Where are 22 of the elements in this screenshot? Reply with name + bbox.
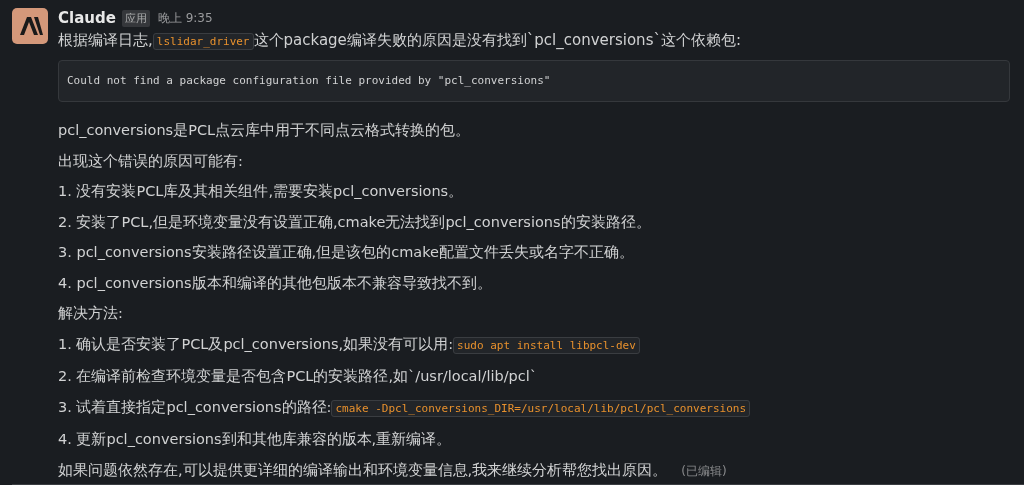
edited-label: (已编辑) — [681, 463, 727, 478]
message-text: 3. 试着直接指定pcl_conversions的路径: cmake -Dpcl_conversions_DIR=/usr/local/lib/pcl/pcl_conversions — [58, 396, 1010, 419]
message-text: 如果问题依然存在,可以提供更详细的编译输出和环境变量信息,我来继续分析帮您找出原因。 (已编辑) — [58, 460, 728, 480]
message-text: 3. pcl_conversions安装路径设置正确,但是该包的cmake配置文件丢失或名字不正确。 — [58, 243, 635, 262]
message-text: 根据编译日志, lslidar_driver 这个package编译失败的原因是没有找到`pcl_conversions`这个依赖包: — [58, 30, 742, 52]
message-text: 4. 更新pcl_conversions到和其他库兼容的版本,重新编译。 — [58, 430, 453, 449]
message-text: 4. pcl_conversions版本和编译的其他包版本不兼容导致找不到。 — [58, 273, 493, 293]
timestamp[interactable]: 晚上 9:35 — [157, 9, 213, 27]
inline-code: sudo apt install libpcl-dev — [453, 336, 640, 354]
code-block: Could not find a package configuration file provided by "pcl_conversions" — [58, 60, 1010, 102]
inline-code: cmake -Dpcl_conversions_DIR=/usr/local/lib/pcl/pcl_conversions — [331, 399, 751, 417]
inline-code: lslidar_driver — [152, 33, 254, 50]
message-text: 解决方法: — [58, 304, 124, 323]
author-name[interactable]: Claude — [58, 9, 116, 27]
message-text: 2. 安装了PCL,但是环境变量没有设置正确,cmake无法找到pcl_conversions的安装路径。 — [58, 212, 652, 232]
message-text: 2. 在编译前检查环境变量是否包含PCL的安装路径,如`/usr/local/lib/pcl` — [58, 367, 538, 386]
message-text: 1. 没有安装PCL库及其相关组件,需要安装pcl_conversions。 — [58, 182, 465, 201]
message-text: 1. 确认是否安装了PCL及pcl_conversions,如果没有可以用: sudo apt install libpcl-dev — [58, 333, 1010, 356]
message-text: 出现这个错误的原因可能有: — [58, 151, 244, 171]
avatar-icon[interactable] — [12, 8, 48, 44]
message-text: pcl_conversions是PCL点云库中用于不同点云格式转换的包。 — [58, 121, 472, 140]
app-badge: 应用 — [121, 9, 150, 27]
